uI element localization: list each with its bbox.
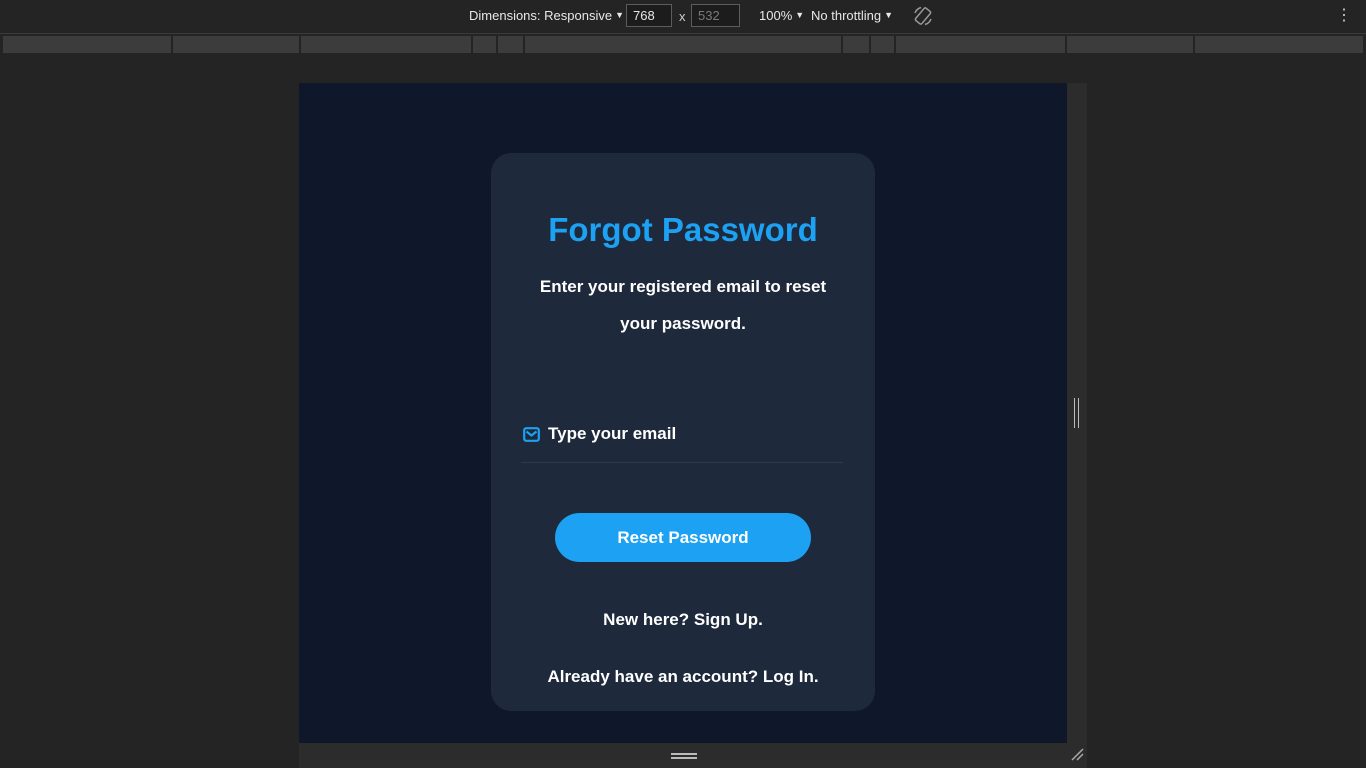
caret-down-icon: ▼ [795,10,805,20]
ruler-segment[interactable] [3,36,171,53]
times-symbol: x [679,9,686,24]
page-title: Forgot Password [548,211,818,248]
ruler-segment[interactable] [301,36,471,53]
caret-down-icon: ▼ [615,10,624,20]
page-subtitle: Enter your registered email to reset you… [539,277,827,333]
device-viewport: Forgot Password Enter your registered em… [299,83,1067,743]
email-input[interactable] [545,418,841,450]
device-toolbar: Dimensions: Responsive▼ x 100%▼ No throt… [0,0,1366,34]
ruler-segment[interactable] [498,36,523,53]
grip-icon [671,753,697,759]
ruler-segment[interactable] [843,36,869,53]
forgot-password-card: Forgot Password Enter your registered em… [491,153,875,711]
corner-resize-icon[interactable] [1070,747,1084,766]
rotate-icon[interactable] [912,5,934,30]
ruler-segment[interactable] [1195,36,1363,53]
width-input[interactable] [626,4,672,27]
bottom-resize-handle[interactable] [299,743,1087,768]
ruler-segment[interactable] [871,36,894,53]
reset-password-button[interactable]: Reset Password [555,513,811,562]
ruler-segment[interactable] [525,36,841,53]
grip-icon [1074,398,1079,428]
zoom-dropdown[interactable]: 100% ▼ [759,8,804,23]
email-field-row [521,418,843,463]
signup-link[interactable]: New here? Sign Up. [491,610,875,630]
kebab-menu-icon[interactable]: ⋮ [1336,6,1352,26]
zoom-label: 100% [759,8,793,23]
login-link[interactable]: Already have an account? Log In. [491,667,875,687]
throttling-label: No throttling [811,8,882,23]
ruler-segment[interactable] [896,36,1065,53]
throttling-dropdown[interactable]: No throttling ▼ [811,8,893,23]
ruler-segment[interactable] [1067,36,1193,53]
envelope-icon [523,427,540,447]
media-query-ruler [0,34,1366,56]
right-resize-handle[interactable] [1067,83,1087,743]
dimensions-label: Dimensions: Responsive [469,8,613,23]
ruler-segment[interactable] [173,36,299,53]
height-input[interactable] [691,4,740,27]
dimensions-dropdown[interactable]: Dimensions: Responsive ▼ [469,8,624,23]
ruler-segment[interactable] [473,36,496,53]
caret-down-icon: ▼ [884,10,894,20]
